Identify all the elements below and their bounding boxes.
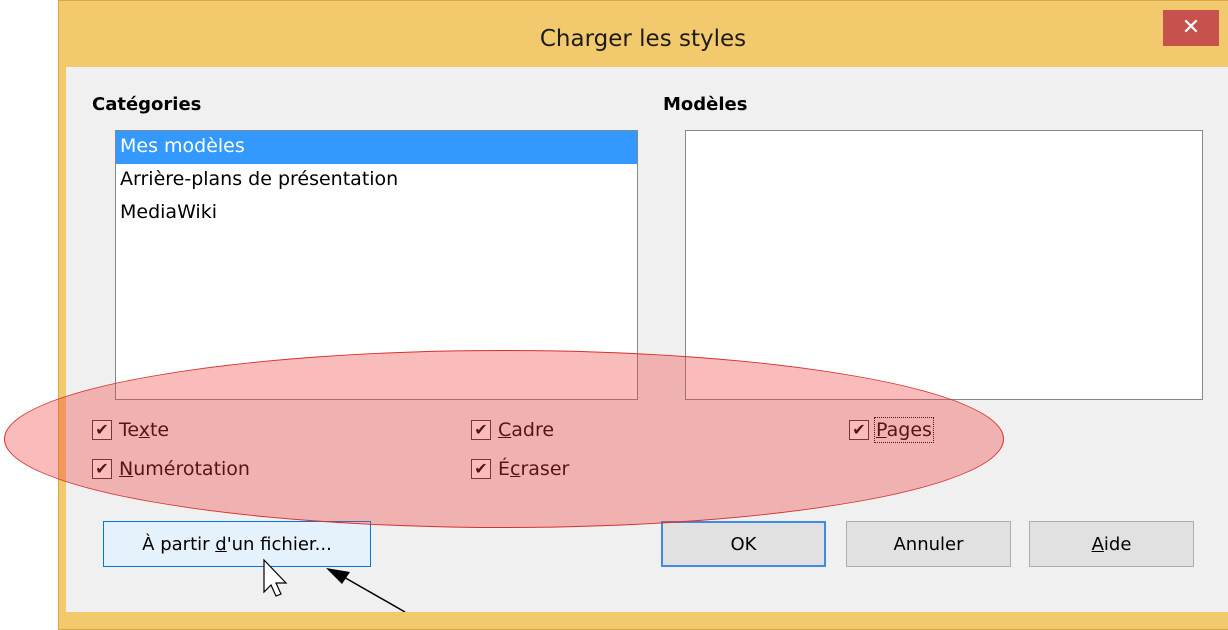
checkbox-box[interactable]: ✔ (92, 459, 112, 479)
checkbox-box[interactable]: ✔ (92, 420, 112, 440)
numerotation-label: Numérotation (119, 458, 250, 480)
from-file-label: À partir d'un fichier... (142, 533, 332, 555)
models-list[interactable] (685, 130, 1203, 400)
category-item-mes-modeles[interactable]: Mes modèles (116, 131, 637, 164)
models-label: Modèles (663, 94, 748, 115)
help-button[interactable]: Aide (1029, 521, 1194, 567)
checkmark-icon: ✔ (474, 420, 488, 439)
close-icon: ✕ (1181, 15, 1201, 40)
texte-label: Texte (119, 419, 170, 441)
cancel-button[interactable]: Annuler (846, 521, 1011, 567)
checkmark-icon: ✔ (95, 420, 109, 439)
checkbox-box[interactable]: ✔ (471, 459, 491, 479)
checkmark-icon: ✔ (852, 420, 866, 439)
ok-label: OK (730, 533, 757, 555)
from-file-button[interactable]: À partir d'un fichier... (103, 521, 371, 567)
pages-label: Pages (874, 417, 934, 443)
help-label: Aide (1091, 533, 1132, 555)
ecraser-label: Écraser (498, 458, 570, 480)
checkbox-box[interactable]: ✔ (471, 420, 491, 440)
close-button[interactable]: ✕ (1163, 10, 1219, 46)
categories-label: Catégories (92, 94, 202, 115)
categories-list[interactable]: Mes modèles Arrière-plans de présentatio… (115, 130, 638, 400)
cadre-label: Cadre (498, 419, 555, 441)
ecraser-checkbox[interactable]: ✔ Écraser (471, 458, 569, 480)
ok-button[interactable]: OK (661, 521, 826, 567)
checkmark-icon: ✔ (95, 459, 109, 478)
cadre-checkbox[interactable]: ✔ Cadre (471, 419, 554, 441)
checkbox-box[interactable]: ✔ (849, 420, 869, 440)
numerotation-checkbox[interactable]: ✔ Numérotation (92, 458, 250, 480)
cancel-label: Annuler (893, 533, 964, 555)
pages-checkbox[interactable]: ✔ Pages (849, 417, 934, 443)
dialog-title: Charger les styles (539, 26, 747, 52)
category-item-mediawiki[interactable]: MediaWiki (116, 197, 637, 230)
texte-checkbox[interactable]: ✔ Texte (92, 419, 169, 441)
checkmark-icon: ✔ (474, 459, 488, 478)
category-item-arriere-plans[interactable]: Arrière-plans de présentation (116, 164, 637, 197)
